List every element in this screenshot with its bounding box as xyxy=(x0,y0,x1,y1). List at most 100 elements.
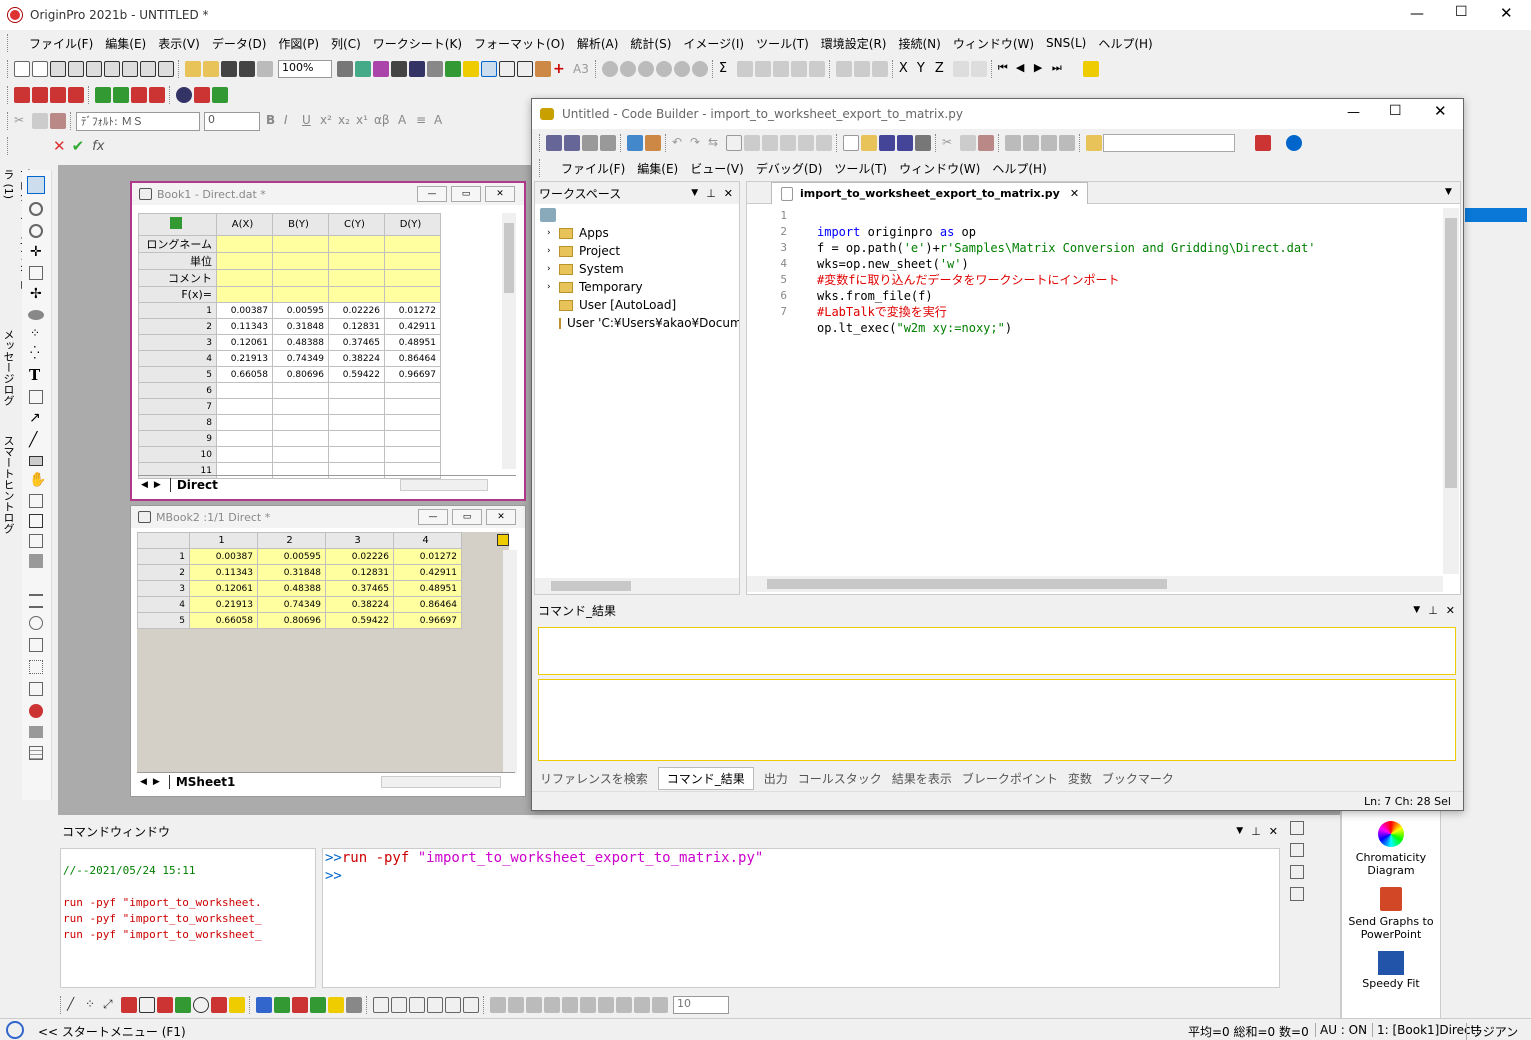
editor-tab[interactable]: import_to_worksheet_export_to_matrix.py … xyxy=(771,182,1089,204)
filter-clear-icon[interactable] xyxy=(853,61,870,77)
matrix-cell[interactable]: 0.11343 xyxy=(189,564,258,581)
book1-vscroll[interactable] xyxy=(502,213,516,469)
refresh-icon[interactable] xyxy=(355,61,371,77)
zoom-tool-icon[interactable] xyxy=(29,202,43,216)
info-icon[interactable] xyxy=(691,61,708,77)
workspace-pin-icon[interactable]: ⊥ xyxy=(706,187,716,200)
data-cell[interactable]: 0.37465 xyxy=(328,334,385,351)
data-cell[interactable] xyxy=(384,446,441,463)
text-tool-icon[interactable]: T xyxy=(29,366,51,384)
layer-icon[interactable] xyxy=(391,61,407,77)
close-icon[interactable]: ✕ xyxy=(1500,4,1513,22)
table-row[interactable]: 4 0.21913 0.74349 0.38224 0.86464 xyxy=(138,350,441,367)
app-chromaticity[interactable]: Chromatic­ity Diagram xyxy=(1342,851,1440,877)
group-icon[interactable] xyxy=(149,87,165,103)
matrix-cell[interactable]: 0.02226 xyxy=(325,548,394,565)
tree-item-temporary[interactable]: › Temporary xyxy=(539,278,739,296)
menu-edit[interactable]: 編集(E) xyxy=(99,35,152,52)
cb-menu-window[interactable]: ウィンドウ(W) xyxy=(893,160,986,177)
matrix-column-header[interactable]: 1 xyxy=(189,532,258,549)
paper-size-label[interactable]: A3 xyxy=(573,62,589,76)
row-header[interactable]: 6 xyxy=(138,382,217,399)
menu-format[interactable]: フォーマット(O) xyxy=(468,35,571,52)
underline-icon[interactable]: U xyxy=(302,113,318,129)
tab-bookmarks[interactable]: ブックマーク xyxy=(1102,770,1174,787)
cb-menu-tools[interactable]: ツール(T) xyxy=(828,160,893,177)
matrix-cell[interactable]: 0.42911 xyxy=(393,564,462,581)
output-command-input[interactable] xyxy=(538,627,1456,675)
pointer-tool-icon[interactable] xyxy=(27,176,45,194)
matrix-cell[interactable]: 0.38224 xyxy=(325,596,394,613)
extract-icon[interactable] xyxy=(409,997,425,1013)
set-z-icon[interactable] xyxy=(50,87,66,103)
new-excel-icon[interactable] xyxy=(68,61,84,77)
mask-tool-icon[interactable] xyxy=(28,310,44,320)
matrix-grid[interactable]: 1 2 3 4 1 0.00387 0.00595 0.02226 0.01272 2 0.… xyxy=(137,532,462,629)
first-icon[interactable]: ⏮ xyxy=(998,61,1014,77)
image-plot-icon[interactable] xyxy=(346,997,362,1013)
new-project-icon[interactable] xyxy=(14,61,30,77)
cb-break-icon[interactable] xyxy=(1255,135,1271,151)
expand-icon[interactable]: › xyxy=(547,282,559,292)
menu-social[interactable]: SNS(L) xyxy=(1040,36,1092,50)
output-results-area[interactable] xyxy=(538,679,1456,761)
screen-reader-icon[interactable] xyxy=(29,266,43,280)
cb-spell-icon[interactable] xyxy=(582,135,598,151)
data-cell[interactable]: 0.12061 xyxy=(216,334,273,351)
matrix-cell[interactable]: 0.66058 xyxy=(189,612,258,629)
matrix-cell[interactable]: 0.96697 xyxy=(393,612,462,629)
font-select[interactable]: ﾃﾞﾌｫﾙﾄ: ＭＳ xyxy=(76,111,200,131)
minimize-icon[interactable]: — xyxy=(1410,6,1424,22)
data-cell[interactable] xyxy=(328,398,385,415)
table-row[interactable]: 2 0.11343 0.31848 0.12831 0.42911 xyxy=(138,318,441,335)
matrix-row-header[interactable]: 1 xyxy=(137,548,190,565)
cb-selection-icon[interactable]: ⇆ xyxy=(708,135,724,151)
cb-close-icon[interactable]: ✕ xyxy=(1434,102,1447,120)
table-row[interactable]: 7 xyxy=(138,398,441,415)
scatter-plot-icon[interactable]: ⁘ xyxy=(85,997,101,1013)
x-axis-icon[interactable]: X xyxy=(899,61,915,77)
new-workbook-icon[interactable] xyxy=(50,61,66,77)
cb-redo-icon[interactable]: ↷ xyxy=(690,135,706,151)
sum-icon[interactable]: Σ xyxy=(719,61,735,77)
cut-icon[interactable]: ✂ xyxy=(14,113,30,129)
history-item[interactable]: run -pyf "import_to_worksheet. xyxy=(63,895,315,911)
color-icon[interactable] xyxy=(176,87,192,103)
3d-surface-icon[interactable] xyxy=(274,997,290,1013)
matrix-row-header[interactable]: 4 xyxy=(137,596,190,613)
row-header[interactable]: 1 xyxy=(138,302,217,319)
tab-show-results[interactable]: 結果を表示 xyxy=(892,770,952,787)
tab-message-log[interactable]: メッセージログ xyxy=(0,325,16,415)
book1-close-button[interactable]: ✕ xyxy=(485,186,515,202)
column-header[interactable]: D(Y) xyxy=(384,213,441,236)
app-speedy-fit[interactable]: Speedy Fit xyxy=(1342,977,1440,990)
cb-maximize-icon[interactable]: ☐ xyxy=(1389,103,1402,119)
matrix-cell[interactable]: 0.37465 xyxy=(325,580,394,597)
duplicate-icon[interactable] xyxy=(373,61,389,77)
back-icon[interactable] xyxy=(616,997,632,1013)
contour-icon[interactable] xyxy=(139,997,155,1013)
mask-icon[interactable] xyxy=(194,87,210,103)
region-roi-icon[interactable] xyxy=(29,494,43,508)
menu-help[interactable]: ヘルプ(H) xyxy=(1092,35,1158,52)
row-header[interactable]: 4 xyxy=(138,350,217,367)
cb-build-icon[interactable] xyxy=(645,135,661,151)
line-tool-icon[interactable]: ╱ xyxy=(29,432,51,448)
tab-breakpoints[interactable]: ブレークポイント xyxy=(962,770,1058,787)
menu-plot[interactable]: 作図(P) xyxy=(272,35,325,52)
data-cell[interactable] xyxy=(272,398,329,415)
cb-paste-icon[interactable] xyxy=(978,135,994,151)
data-cell[interactable]: 0.86464 xyxy=(384,350,441,367)
matrix-cell[interactable]: 0.00595 xyxy=(257,548,326,565)
output-pin-icon[interactable]: ⊥ xyxy=(1428,604,1438,617)
tab-command-results[interactable]: コマンド_結果 xyxy=(657,766,754,790)
matrix-row-header[interactable]: 3 xyxy=(137,580,190,597)
none-icon[interactable] xyxy=(970,61,987,77)
cb-format-icon[interactable] xyxy=(600,135,616,151)
accept-formula-icon[interactable]: ✔ xyxy=(72,137,85,155)
ungroup-icon[interactable] xyxy=(580,997,596,1013)
new-folder-icon[interactable] xyxy=(32,61,48,77)
font-grow-icon[interactable]: A xyxy=(398,113,414,129)
draw-data-icon[interactable]: ⁘ xyxy=(30,326,51,340)
table-row[interactable]: 5 0.66058 0.80696 0.59422 0.96697 xyxy=(138,366,441,383)
